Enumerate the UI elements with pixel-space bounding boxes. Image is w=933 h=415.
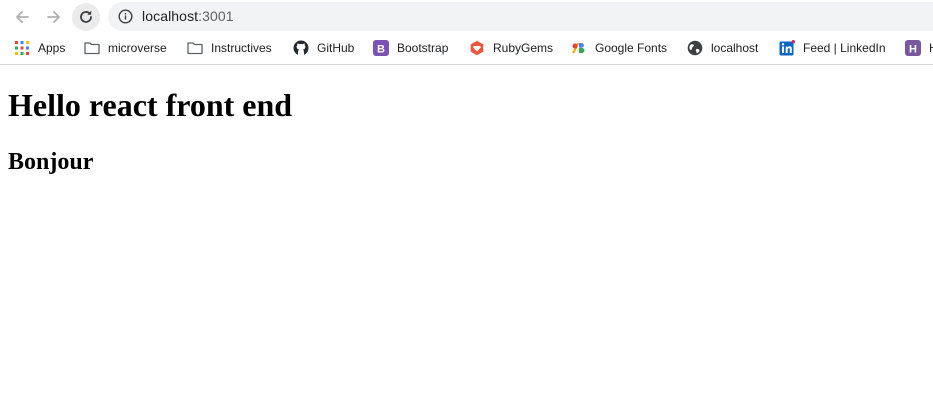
page-content: Hello react front end Bonjour — [0, 65, 933, 415]
bookmark-label: GitHub — [317, 41, 355, 55]
forward-button[interactable] — [40, 3, 68, 31]
browser-toolbar: localhost:3001 — [0, 0, 933, 33]
address-bar[interactable]: localhost:3001 — [108, 2, 933, 31]
bookmark-label: Instructives — [211, 41, 272, 55]
bookmark-label: Feed | LinkedIn — [803, 41, 886, 55]
bookmark-bootstrap[interactable]: B Bootstrap — [373, 38, 448, 58]
heroku-icon: H — [905, 40, 921, 56]
url-text: localhost:3001 — [142, 8, 234, 25]
bookmark-label: H — [929, 40, 933, 56]
url-port: :3001 — [198, 8, 234, 24]
bootstrap-icon: B — [373, 40, 389, 56]
bookmark-label: localhost — [711, 41, 759, 55]
svg-text:H: H — [909, 43, 917, 55]
globe-icon — [687, 40, 703, 56]
reload-button[interactable] — [72, 3, 100, 31]
google-fonts-icon — [571, 40, 587, 56]
bookmark-google-fonts[interactable]: Google Fonts — [571, 38, 667, 58]
info-icon[interactable] — [118, 9, 133, 24]
reload-icon — [80, 10, 92, 23]
url-host: localhost — [142, 8, 199, 24]
folder-icon — [84, 40, 100, 56]
bookmark-rubygems[interactable]: RubyGems — [469, 38, 553, 58]
bookmark-instructives[interactable]: Instructives — [187, 38, 272, 58]
bookmark-label: Apps — [38, 41, 66, 55]
bookmarks-bar: Apps microverse Instructives GitHub B Bo… — [0, 33, 933, 65]
bookmark-linkedin[interactable]: Feed | LinkedIn — [779, 38, 886, 58]
arrow-left-icon — [16, 11, 29, 23]
svg-text:B: B — [377, 43, 385, 55]
bookmark-apps[interactable]: Apps — [14, 38, 65, 58]
github-icon — [293, 40, 309, 56]
apps-grid-icon — [14, 40, 30, 56]
bookmark-label: microverse — [108, 41, 167, 55]
arrow-right-icon — [47, 11, 60, 23]
back-button[interactable] — [8, 3, 36, 31]
bookmark-heroku[interactable]: H H — [905, 38, 933, 58]
bookmark-microverse[interactable]: microverse — [84, 38, 167, 58]
page-subtitle: Bonjour — [8, 149, 94, 175]
rubygems-icon — [469, 40, 485, 56]
linkedin-icon — [779, 40, 795, 56]
bookmark-label: Google Fonts — [595, 41, 668, 55]
page-title: Hello react front end — [8, 87, 293, 123]
bookmark-localhost[interactable]: localhost — [687, 38, 758, 58]
bookmark-label: RubyGems — [493, 41, 554, 55]
bookmark-label: Bootstrap — [397, 41, 449, 55]
bookmark-github[interactable]: GitHub — [293, 38, 354, 58]
folder-icon — [187, 40, 203, 56]
